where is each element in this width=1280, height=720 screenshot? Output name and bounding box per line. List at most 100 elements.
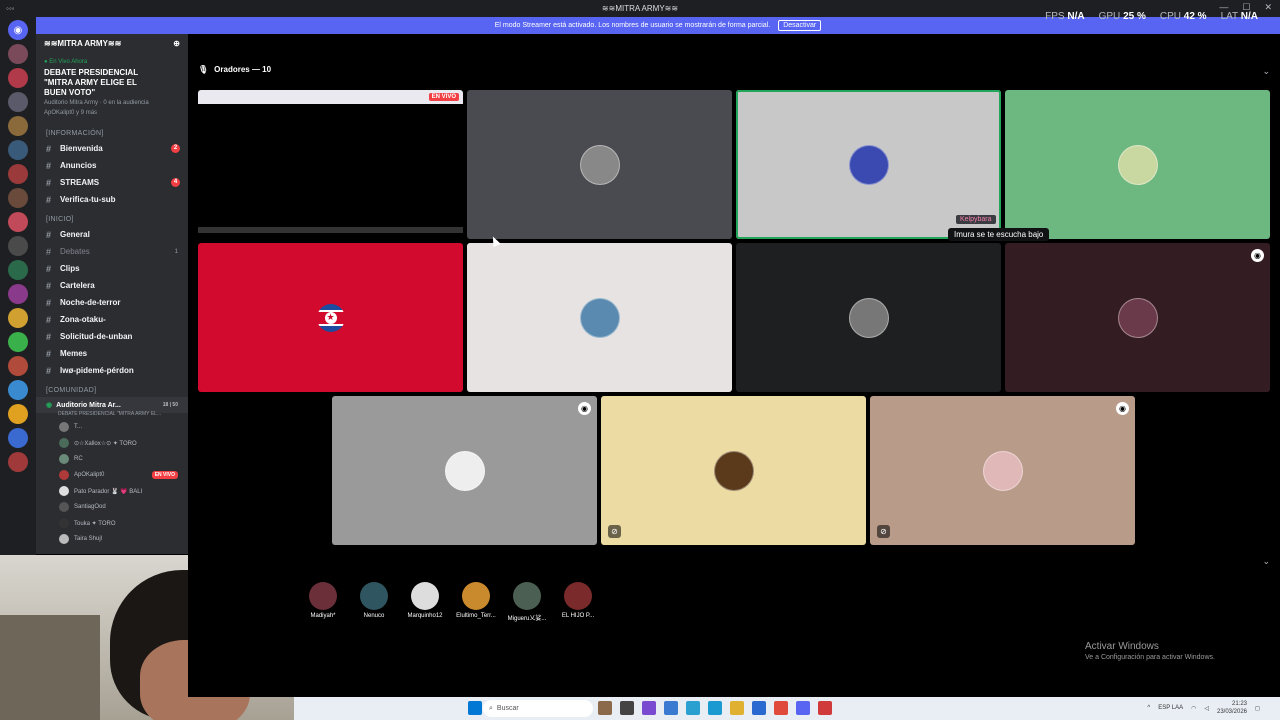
speaker-tile[interactable]	[467, 243, 732, 392]
audience-member[interactable]: Madiyah*	[299, 582, 347, 619]
speaker-tile[interactable]	[736, 243, 1001, 392]
server-icon[interactable]	[8, 116, 28, 136]
store-icon[interactable]	[752, 701, 766, 715]
deactivate-button[interactable]: Desactivar	[778, 20, 822, 31]
speaker-tile[interactable]: ★	[198, 243, 463, 392]
voice-counts: 18 | 50	[162, 402, 178, 408]
server-icon[interactable]	[8, 212, 28, 232]
channel-anuncios[interactable]: # Anuncios	[36, 157, 188, 174]
discord-icon[interactable]	[796, 701, 810, 715]
server-icon[interactable]	[8, 332, 28, 352]
discord-home-icon[interactable]: ◉	[8, 20, 28, 40]
server-icon[interactable]	[8, 164, 28, 184]
edge-icon[interactable]	[708, 701, 722, 715]
screen-share-tile[interactable]: EN VIVO	[198, 90, 463, 239]
windows-activation-notice: Activar Windows Ve a Configuración para …	[1085, 641, 1215, 661]
server-icon[interactable]	[8, 188, 28, 208]
server-icon[interactable]	[8, 236, 28, 256]
unread-badge: 2	[171, 144, 180, 153]
mic-muted-icon: ⊘	[608, 525, 621, 538]
channel-iwo-pideme-perdon[interactable]: # Iwø-pidemé-pérdon	[36, 362, 188, 379]
speaker-tile[interactable]: ◉	[1005, 243, 1270, 392]
notification-icon[interactable]: ◻	[1255, 705, 1260, 712]
chevron-up-icon[interactable]: ^	[1147, 705, 1150, 711]
speaker-tile[interactable]	[1005, 90, 1270, 239]
channel-debates[interactable]: # Debates 1	[36, 243, 188, 260]
channel-memes[interactable]: # Memes	[36, 345, 188, 362]
channel-bienvenida[interactable]: # Bienvenida 2	[36, 140, 188, 157]
audience-member[interactable]: Elultimo_Terr...	[452, 582, 500, 619]
channel-cartelera[interactable]: # Cartelera	[36, 277, 188, 294]
voice-member[interactable]: Pato Parador 🐰 💗 BALI	[36, 483, 188, 499]
category-comunidad[interactable]: [COMUNIDAD]	[36, 379, 188, 397]
volume-icon[interactable]: ◁	[1204, 705, 1209, 712]
channel-clips[interactable]: # Clips	[36, 260, 188, 277]
server-icon[interactable]	[8, 92, 28, 112]
task-view-icon[interactable]	[620, 701, 634, 715]
clock[interactable]: 21:23 23/03/2026	[1217, 700, 1247, 716]
obs-icon[interactable]	[818, 701, 832, 715]
channel-verifica-tu-sub[interactable]: # Verifica-tu-sub	[36, 191, 188, 208]
speaker-tile[interactable]: ◉	[332, 396, 597, 545]
speaker-tile[interactable]: ◉ ⊘	[870, 396, 1135, 545]
teams-icon[interactable]	[642, 701, 656, 715]
shared-screen-taskbar	[198, 227, 463, 233]
webcam-background	[0, 615, 100, 720]
server-icon[interactable]	[8, 356, 28, 376]
speaker-tile[interactable]: ⊘	[601, 396, 866, 545]
perf-cpu: CPU 42 %	[1159, 11, 1207, 22]
hash-icon: #	[46, 331, 52, 342]
category-inicio[interactable]: [INICIO]	[36, 208, 188, 226]
voice-member[interactable]: ApOKalipt0 EN VIVO	[36, 467, 188, 483]
channel-noche-de-terror[interactable]: # Noche-de-terror	[36, 294, 188, 311]
server-icon[interactable]	[8, 380, 28, 400]
taskbar-search[interactable]: ⌕ Buscar	[483, 700, 593, 717]
wifi-icon[interactable]: ◠	[1191, 705, 1196, 712]
server-icon[interactable]	[8, 284, 28, 304]
audience-member[interactable]: Nenuco	[350, 582, 398, 619]
avatar	[564, 582, 592, 610]
audience-member[interactable]: Marquinho12	[401, 582, 449, 619]
widgets-icon[interactable]	[598, 701, 612, 715]
app-menu-icon[interactable]: ◦◦◦	[6, 4, 15, 13]
voice-member[interactable]: T...	[36, 419, 188, 435]
voice-member[interactable]: SantiagOod	[36, 499, 188, 515]
file-explorer-icon[interactable]	[730, 701, 744, 715]
avatar	[360, 582, 388, 610]
voice-member[interactable]: Touka ✦ TORO	[36, 515, 188, 531]
voice-subtitle: DEBATE PRESIDENCIAL "MITRA ARMY EL...	[58, 411, 162, 417]
server-icon[interactable]	[8, 140, 28, 160]
close-icon[interactable]: ✕	[1264, 2, 1272, 13]
server-icon[interactable]	[8, 44, 28, 64]
app-icon[interactable]	[686, 701, 700, 715]
chrome-icon[interactable]	[774, 701, 788, 715]
language-indicator[interactable]: ESP LAA	[1158, 705, 1183, 711]
speaker-tile[interactable]	[467, 90, 732, 239]
event-meta: Auditorio Mitra Army · 0 en la audiencia	[44, 100, 149, 106]
voice-member[interactable]: ⊙☆Xallox☆⊙ ✦ TORO	[36, 435, 188, 451]
voice-member[interactable]: RC	[36, 451, 188, 467]
app-icon[interactable]	[664, 701, 678, 715]
server-icon[interactable]	[8, 428, 28, 448]
server-icon[interactable]	[8, 308, 28, 328]
add-member-icon[interactable]: ⊕	[173, 39, 180, 51]
collapse-chevron-icon[interactable]: ⌄	[1262, 66, 1270, 77]
voice-member[interactable]: Taira Shujl	[36, 531, 188, 547]
expand-chevron-icon[interactable]: ⌄	[1262, 556, 1270, 567]
search-icon: ⌕	[489, 704, 493, 712]
server-icon[interactable]	[8, 260, 28, 280]
server-header[interactable]: ≋≋MITRA ARMY≋≋ ⊕	[36, 34, 188, 56]
channel-general[interactable]: # General	[36, 226, 188, 243]
hash-icon: #	[46, 229, 52, 240]
server-icon[interactable]	[8, 452, 28, 472]
start-icon[interactable]	[468, 701, 482, 715]
audience-member[interactable]: EL HIJO P...	[554, 582, 602, 619]
server-icon[interactable]	[8, 404, 28, 424]
channel-zona-otaku[interactable]: # Zona-otaku-	[36, 311, 188, 328]
server-icon[interactable]	[8, 68, 28, 88]
channel-streams[interactable]: # STREAMS 4	[36, 174, 188, 191]
audience-member[interactable]: Migueru乂娑...	[503, 582, 551, 622]
category-informacion[interactable]: [INFORMACIÓN]	[36, 122, 188, 140]
event-title[interactable]: DEBATE PRESIDENCIAL "MITRA ARMY ELIGE EL…	[36, 68, 166, 98]
channel-solicitud-de-unban[interactable]: # Solicitud-de-unban	[36, 328, 188, 345]
